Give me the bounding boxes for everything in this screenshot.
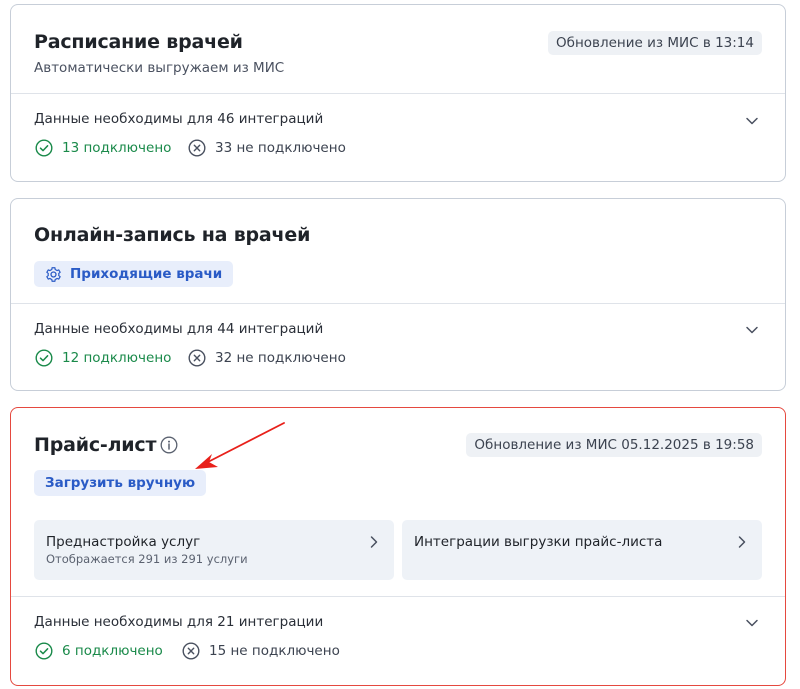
incoming-doctors-label: Приходящие врачи xyxy=(70,266,223,282)
card-title: Онлайн-запись на врачей xyxy=(34,224,311,246)
services-presetting-tile[interactable]: Преднастройка услуг Отображается 291 из … xyxy=(34,520,394,580)
connected-label: 13 подключено xyxy=(62,140,172,156)
info-icon[interactable] xyxy=(160,436,178,454)
not-connected-label: 15 не подключено xyxy=(209,643,340,659)
tile-subtitle: Отображается 291 из 291 услуги xyxy=(46,552,248,566)
not-connected-label: 32 не подключено xyxy=(215,350,346,366)
gear-icon xyxy=(46,266,61,282)
integrations-summary[interactable]: Данные необходимы для 46 интеграций xyxy=(34,111,323,127)
card-subtitle: Автоматически выгружаем из МИС xyxy=(34,60,285,76)
check-circle-icon xyxy=(35,349,53,367)
card-online-booking: Онлайн-запись на врачей Приходящие врачи… xyxy=(10,198,786,391)
price-list-integrations-tile[interactable]: Интеграции выгрузки прайс-листа xyxy=(402,520,762,580)
x-circle-icon xyxy=(188,349,206,367)
chevron-down-icon[interactable] xyxy=(745,323,759,337)
not-connected-count: 15 не подключено xyxy=(182,642,340,660)
check-circle-icon xyxy=(35,642,53,660)
incoming-doctors-button[interactable]: Приходящие врачи xyxy=(34,261,234,287)
integrations-summary[interactable]: Данные необходимы для 21 интеграции xyxy=(34,614,323,630)
card-title: Расписание врачей xyxy=(34,31,243,53)
check-circle-icon xyxy=(35,139,53,157)
not-connected-count: 32 не подключено xyxy=(188,349,346,367)
divider xyxy=(11,596,785,597)
update-badge: Обновление из МИС 05.12.2025 в 19:58 xyxy=(466,433,762,457)
x-circle-icon xyxy=(182,642,200,660)
card-title: Прайс-лист xyxy=(34,434,157,456)
tile-title: Преднастройка услуг xyxy=(46,534,201,550)
chevron-down-icon[interactable] xyxy=(745,616,759,630)
chevron-down-icon[interactable] xyxy=(745,114,759,128)
connected-count: 12 подключено xyxy=(35,349,171,367)
upload-manually-button[interactable]: Загрузить вручную xyxy=(34,470,207,496)
divider xyxy=(11,303,785,304)
not-connected-label: 33 не подключено xyxy=(215,140,346,156)
divider xyxy=(11,93,785,94)
upload-manually-label: Загрузить вручную xyxy=(45,475,196,491)
x-circle-icon xyxy=(188,139,206,157)
chevron-right-icon xyxy=(738,536,746,548)
connected-count: 13 подключено xyxy=(35,139,171,157)
update-badge: Обновление из МИС в 13:14 xyxy=(548,31,762,55)
integrations-summary[interactable]: Данные необходимы для 44 интеграций xyxy=(34,321,323,337)
not-connected-count: 33 не подключено xyxy=(188,139,346,157)
connected-label: 12 подключено xyxy=(62,350,172,366)
card-price-list: Прайс-лист Обновление из МИС 05.12.2025 … xyxy=(10,407,786,686)
tile-title: Интеграции выгрузки прайс-листа xyxy=(414,534,663,550)
card-doctor-schedule: Расписание врачей Обновление из МИС в 13… xyxy=(10,4,786,182)
chevron-right-icon xyxy=(370,536,378,548)
connected-label: 6 подключено xyxy=(62,643,163,659)
connected-count: 6 подключено xyxy=(35,642,163,660)
